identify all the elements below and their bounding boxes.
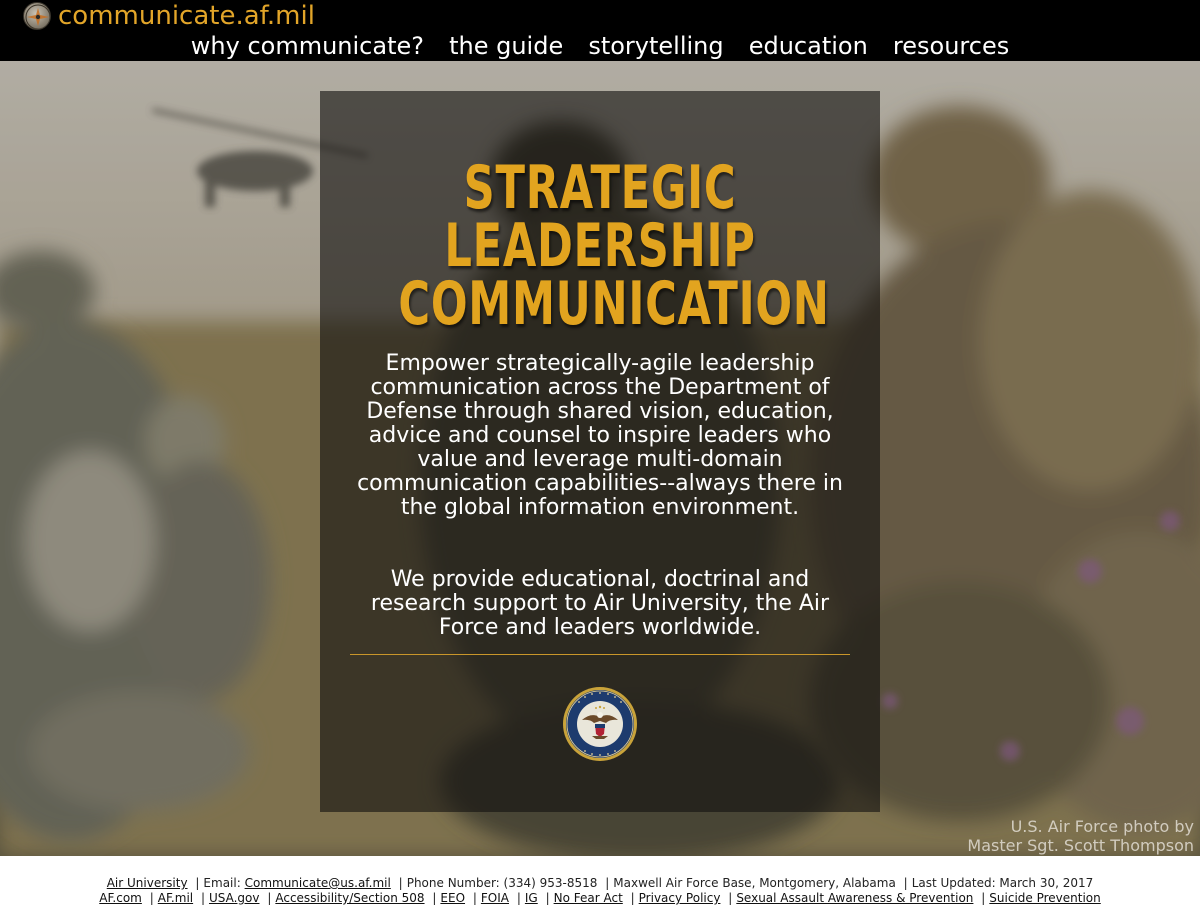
- air-force-emblem-icon[interactable]: [23, 2, 51, 30]
- photo-credit: U.S. Air Force photo by Master Sgt. Scot…: [967, 817, 1194, 855]
- footer-phone: Phone Number: (334) 953-8518: [406, 876, 598, 890]
- hero-title: STRATEGIC LEADERSHIP COMMUNICATION: [320, 153, 880, 339]
- nav-the-guide[interactable]: the guide: [449, 31, 563, 61]
- footer-link-suicide-prevention[interactable]: Suicide Prevention: [989, 891, 1100, 905]
- footer-separator: |: [728, 891, 733, 905]
- footer-separator: |: [605, 876, 610, 890]
- footer-email-link[interactable]: Communicate@us.af.mil: [245, 876, 391, 890]
- footer-separator: |: [516, 891, 521, 905]
- footer-separator: |: [398, 876, 403, 890]
- nav-resources[interactable]: resources: [893, 31, 1009, 61]
- photo-credit-line-2: Master Sgt. Scott Thompson: [967, 836, 1194, 855]
- photo-credit-line-1: U.S. Air Force photo by: [1010, 817, 1194, 836]
- footer-links-row: AF.com | AF.mil | USA.gov | Accessibility/S…: [0, 891, 1200, 906]
- nav-education[interactable]: education: [749, 31, 868, 61]
- footer-link-af-com[interactable]: AF.com: [99, 891, 142, 905]
- mission-panel: STRATEGIC LEADERSHIP COMMUNICATION Empow…: [320, 91, 880, 812]
- support-statement: We provide educational, doctrinal and re…: [370, 567, 830, 640]
- nav-why-communicate[interactable]: why communicate?: [191, 31, 424, 61]
- site-title[interactable]: communicate.af.mil: [58, 1, 315, 31]
- footer-separator: |: [432, 891, 437, 905]
- footer-contact-row: Air University | Email: Communicate@us.af…: [0, 876, 1200, 891]
- footer: Air University | Email: Communicate@us.af…: [0, 856, 1200, 906]
- footer-link-foia[interactable]: FOIA: [481, 891, 509, 905]
- footer-separator: |: [981, 891, 986, 905]
- footer-separator: |: [545, 891, 550, 905]
- footer-link-ig[interactable]: IG: [525, 891, 538, 905]
- gold-divider: [350, 654, 850, 655]
- footer-separator: |: [903, 876, 908, 890]
- footer-separator: |: [630, 891, 635, 905]
- main-nav: why communicate? the guide storytelling …: [0, 31, 1200, 61]
- footer-location: Maxwell Air Force Base, Montgomery, Alab…: [613, 876, 896, 890]
- footer-separator: |: [267, 891, 272, 905]
- mission-statement: Empower strategically-agile leadership c…: [357, 351, 843, 520]
- nav-storytelling[interactable]: storytelling: [588, 31, 723, 61]
- footer-link-af-mil[interactable]: AF.mil: [158, 891, 193, 905]
- footer-email-label: Email:: [203, 876, 241, 890]
- footer-separator: |: [200, 891, 205, 905]
- footer-separator: |: [472, 891, 477, 905]
- footer-separator: |: [195, 876, 200, 890]
- footer-link-usa-gov[interactable]: USA.gov: [209, 891, 260, 905]
- footer-link-air-university[interactable]: Air University: [107, 876, 188, 890]
- hero-title-line-1: STRATEGIC: [463, 153, 737, 223]
- department-of-defense-seal-icon: [562, 686, 638, 762]
- footer-link-sexual-assault[interactable]: Sexual Assault Awareness & Prevention: [736, 891, 973, 905]
- footer-link-privacy-policy[interactable]: Privacy Policy: [639, 891, 721, 905]
- footer-link-accessibility[interactable]: Accessibility/Section 508: [275, 891, 424, 905]
- footer-link-no-fear-act[interactable]: No Fear Act: [554, 891, 623, 905]
- footer-separator: |: [149, 891, 154, 905]
- footer-link-eeo[interactable]: EEO: [440, 891, 465, 905]
- hero-title-line-2: LEADERSHIP: [444, 211, 756, 281]
- hero-title-line-3: COMMUNICATION: [398, 269, 830, 339]
- footer-last-updated: Last Updated: March 30, 2017: [911, 876, 1094, 890]
- top-navigation-bar: communicate.af.mil why communicate? the …: [0, 0, 1200, 61]
